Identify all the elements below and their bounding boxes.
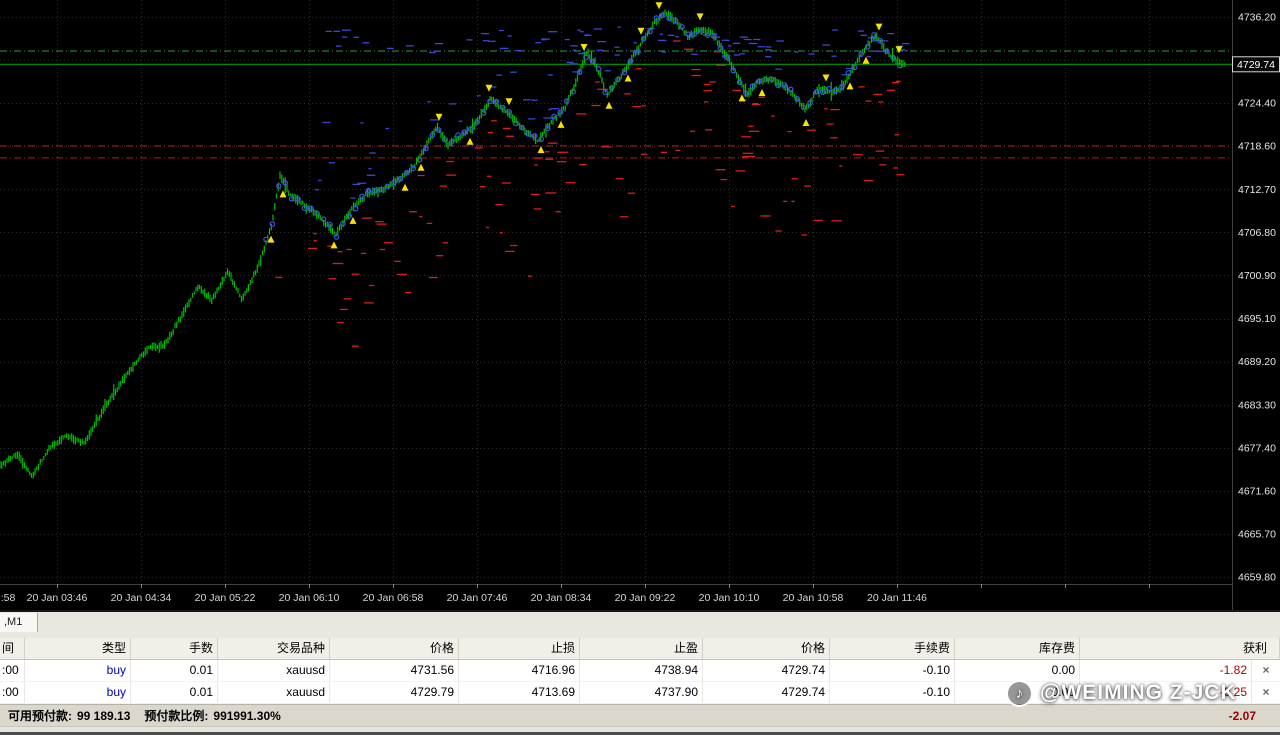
time-axis-label: 20 Jan 04:34: [111, 592, 172, 604]
free-margin-label: 可用预付款:: [8, 707, 72, 724]
close-position-button[interactable]: ×: [1252, 660, 1280, 681]
cell-lots: 0.01: [131, 660, 218, 681]
price-axis-label: 4659.80: [1238, 572, 1276, 584]
total-profit-value: -2.07: [1229, 709, 1280, 723]
col-header-lots[interactable]: 手数: [131, 638, 218, 659]
col-header-commission[interactable]: 手续费: [830, 638, 955, 659]
price-chart[interactable]: 4736.20 4724.40 4718.60 4712.70 4706.80 4700.…: [0, 0, 1280, 610]
price-axis-label: 4724.40: [1238, 98, 1276, 110]
cell-swap: 0.00: [955, 660, 1080, 681]
time-axis-label: 20 Jan 11:46: [867, 592, 927, 604]
chart-background: [0, 0, 1280, 610]
cell-type: buy: [25, 660, 131, 681]
cell-open-time: :00: [0, 682, 25, 703]
cell-stop-loss: 4716.96: [459, 660, 580, 681]
time-axis-label: 20 Jan 10:58: [783, 592, 844, 604]
cell-profit: -1.82: [1080, 660, 1252, 681]
chart-tab-m1[interactable]: ,M1: [0, 613, 38, 632]
cell-take-profit: 4737.90: [580, 682, 703, 703]
col-header-swap[interactable]: 库存费: [955, 638, 1080, 659]
cell-symbol: xauusd: [218, 682, 330, 703]
trade-row[interactable]: :00 buy 0.01 xauusd 4731.56 4716.96 4738…: [0, 660, 1280, 682]
price-axis-label: 4695.10: [1238, 313, 1276, 325]
trades-header-row: 间 类型 手数 交易品种 价格 止损 止盈 价格 手续费 库存费 获利: [0, 638, 1280, 660]
time-axis-label: 20 Jan 03:46: [27, 592, 88, 604]
price-axis-label: 4671.60: [1238, 485, 1276, 497]
margin-level-label: 预付款比例:: [144, 707, 208, 724]
price-axis-label: 4712.70: [1238, 184, 1276, 196]
price-axis-label: 4706.80: [1238, 227, 1276, 239]
cell-swap: 0.00: [955, 682, 1080, 703]
price-axis-label: 4700.90: [1238, 270, 1276, 282]
col-header-type[interactable]: 类型: [25, 638, 131, 659]
trades-table: 间 类型 手数 交易品种 价格 止损 止盈 价格 手续费 库存费 获利 :00 …: [0, 638, 1280, 726]
time-axis-label: 20 Jan 06:10: [279, 592, 340, 604]
chart-tabbar: ,M1: [0, 610, 1280, 638]
svg-text:4729.74: 4729.74: [1237, 59, 1275, 71]
cell-symbol: xauusd: [218, 660, 330, 681]
bottom-strip: [0, 726, 1280, 735]
cell-open-price: 4729.79: [330, 682, 459, 703]
time-axis-label: 20 Jan 09:22: [615, 592, 676, 604]
col-header-symbol[interactable]: 交易品种: [218, 638, 330, 659]
cell-lots: 0.01: [131, 682, 218, 703]
cell-current-price: 4729.74: [703, 682, 830, 703]
cell-take-profit: 4738.94: [580, 660, 703, 681]
col-header-stop-loss[interactable]: 止损: [459, 638, 580, 659]
price-axis-label: 4677.40: [1238, 442, 1276, 454]
price-axis-label: 4736.20: [1238, 12, 1276, 24]
cell-commission: -0.10: [830, 682, 955, 703]
col-header-take-profit[interactable]: 止盈: [580, 638, 703, 659]
price-axis-label: 4683.30: [1238, 399, 1276, 411]
price-axis-label: 4689.20: [1238, 356, 1276, 368]
cell-open-price: 4731.56: [330, 660, 459, 681]
time-axis-label: :58: [1, 592, 16, 604]
time-axis-label: 20 Jan 05:22: [195, 592, 256, 604]
col-header-profit[interactable]: 获利: [1080, 638, 1280, 659]
close-position-button[interactable]: ×: [1252, 682, 1280, 703]
time-axis-label: 20 Jan 07:46: [447, 592, 508, 604]
trade-row[interactable]: :00 buy 0.01 xauusd 4729.79 4713.69 4737…: [0, 682, 1280, 704]
current-price-tag: 4729.74: [1233, 57, 1280, 72]
price-axis-label: 4718.60: [1238, 141, 1276, 153]
time-axis-label: 20 Jan 10:10: [699, 592, 760, 604]
cell-current-price: 4729.74: [703, 660, 830, 681]
cell-open-time: :00: [0, 660, 25, 681]
cell-stop-loss: 4713.69: [459, 682, 580, 703]
time-axis-label: 20 Jan 08:34: [531, 592, 592, 604]
cell-profit: -0.25: [1080, 682, 1252, 703]
col-header-time[interactable]: 间: [0, 638, 25, 659]
account-summary-row: 可用预付款: 99 189.13 预付款比例: 991991.30% -2.07: [0, 704, 1280, 726]
mt4-trading-terminal: 4736.20 4724.40 4718.60 4712.70 4706.80 4700.…: [0, 0, 1280, 735]
col-header-open-price[interactable]: 价格: [330, 638, 459, 659]
chart-tab-label: ,M1: [4, 616, 22, 628]
cell-commission: -0.10: [830, 660, 955, 681]
free-margin-value: 99 189.13: [77, 709, 130, 723]
price-axis-label: 4665.70: [1238, 529, 1276, 541]
col-header-current-price[interactable]: 价格: [703, 638, 830, 659]
time-axis-label: 20 Jan 06:58: [363, 592, 424, 604]
margin-level-value: 991991.30%: [213, 709, 280, 723]
cell-type: buy: [25, 682, 131, 703]
